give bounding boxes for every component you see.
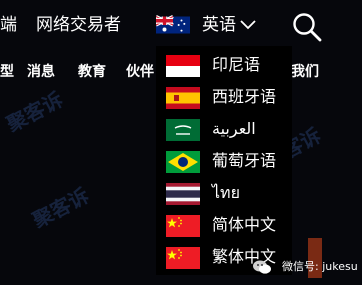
language-option-simplified-chinese[interactable]: 简体中文 (164, 212, 292, 238)
subnav-item-education[interactable]: 教育 (78, 63, 106, 81)
language-option-spanish[interactable]: 西班牙语 (164, 84, 292, 110)
language-option-traditional-chinese[interactable]: 繁体中文 (164, 244, 292, 270)
language-option-indonesian[interactable]: 印尼语 (164, 52, 292, 78)
chevron-down-icon (240, 20, 256, 30)
subnav-item-cut[interactable]: 型 (0, 63, 14, 81)
nav-item-cut[interactable]: 端 (0, 14, 17, 36)
watermark-text: 聚客诉 (2, 87, 67, 137)
thailand-flag-icon (166, 183, 200, 205)
language-option-label: 印尼语 (212, 55, 261, 74)
language-option-thai[interactable]: ไทย (164, 180, 292, 206)
saudi-arabia-flag-icon (166, 119, 200, 141)
nav-item-network-traders[interactable]: 网络交易者 (36, 14, 121, 36)
language-option-label: ไทย (212, 183, 240, 202)
china-flag-icon (166, 247, 200, 269)
search-icon[interactable] (290, 10, 324, 44)
language-current-label: 英语 (202, 15, 236, 35)
subnav-item-about-us[interactable]: 我们 (291, 63, 319, 81)
language-option-arabic[interactable]: العربية (164, 116, 292, 142)
subnav-item-partners[interactable]: 伙伴 (126, 63, 154, 81)
language-option-portuguese[interactable]: 葡萄牙语 (164, 148, 292, 174)
language-option-label: 西班牙语 (212, 87, 277, 106)
indonesia-flag-icon (166, 55, 200, 77)
brazil-flag-icon (166, 151, 200, 173)
language-dropdown: 印尼语 西班牙语 العربية 葡萄牙语 ไทย 简体中文 繁体中文 (156, 46, 292, 275)
spain-flag-icon (166, 87, 200, 109)
wechat-icon (252, 259, 272, 275)
subnav-item-news[interactable]: 消息 (27, 63, 55, 81)
wechat-id-label: 微信号: jukesu (282, 260, 358, 273)
language-option-label: 简体中文 (212, 215, 277, 234)
china-flag-icon (166, 215, 200, 237)
language-option-label: العربية (212, 119, 256, 138)
top-header: 端 网络交易者 英语 (0, 0, 362, 52)
language-option-label: 葡萄牙语 (212, 151, 277, 170)
australia-flag-icon (156, 14, 190, 36)
watermark-text: 聚客诉 (28, 183, 93, 233)
